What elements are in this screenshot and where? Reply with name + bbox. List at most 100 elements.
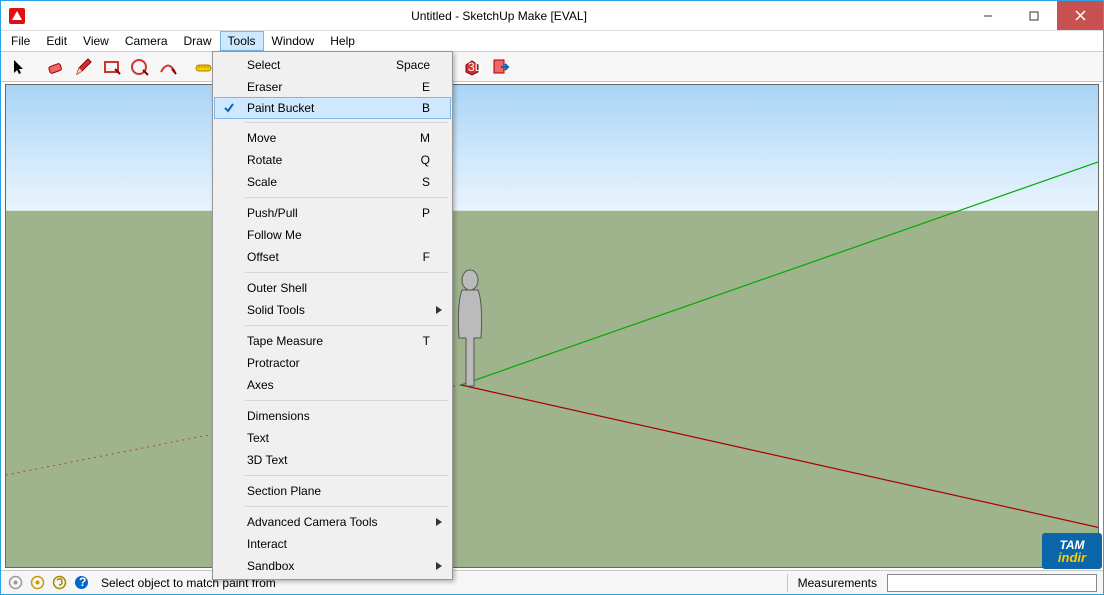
circle-tool-icon[interactable] — [127, 54, 153, 80]
titlebar[interactable]: Untitled - SketchUp Make [EVAL] — [1, 1, 1103, 31]
claim-status-icon[interactable] — [51, 575, 67, 591]
svg-text:?: ? — [79, 575, 86, 589]
menubar-item-camera[interactable]: Camera — [117, 31, 176, 51]
menu-separator — [245, 325, 448, 326]
menu-item-label: Outer Shell — [243, 281, 430, 295]
menu-item-shortcut: S — [422, 175, 430, 189]
select-tool-icon[interactable] — [7, 54, 33, 80]
check-gutter — [215, 299, 243, 321]
watermark: TAM indir — [1042, 533, 1102, 569]
menu-item-interact[interactable]: Interact — [215, 533, 450, 555]
submenu-arrow-icon — [436, 562, 442, 570]
rectangle-tool-icon[interactable] — [99, 54, 125, 80]
check-gutter — [215, 449, 243, 471]
menu-item-label: Protractor — [243, 356, 430, 370]
arc-tool-icon[interactable] — [155, 54, 181, 80]
pencil-tool-icon[interactable] — [71, 54, 97, 80]
menu-item-shortcut: Q — [421, 153, 430, 167]
eraser-tool-icon[interactable] — [43, 54, 69, 80]
menu-item-select[interactable]: SelectSpace — [215, 54, 450, 76]
check-gutter — [215, 98, 243, 118]
minimize-button[interactable] — [965, 1, 1011, 30]
measurements-input[interactable] — [887, 574, 1097, 592]
menu-item-shortcut: B — [422, 101, 430, 115]
menu-item-label: Offset — [243, 250, 423, 264]
credits-status-icon[interactable] — [29, 575, 45, 591]
svg-text:3D: 3D — [468, 60, 482, 74]
menu-item-shortcut: M — [420, 131, 430, 145]
viewport[interactable] — [1, 82, 1103, 570]
menu-separator — [245, 506, 448, 507]
check-gutter — [215, 277, 243, 299]
maximize-button[interactable] — [1011, 1, 1057, 30]
menu-item-protractor[interactable]: Protractor — [215, 352, 450, 374]
menu-separator — [245, 122, 448, 123]
menu-separator — [245, 272, 448, 273]
menu-item-advanced-camera-tools[interactable]: Advanced Camera Tools — [215, 511, 450, 533]
close-button[interactable] — [1057, 1, 1103, 30]
toolbar: A1 3D — [1, 52, 1103, 82]
geolocation-status-icon[interactable] — [7, 575, 23, 591]
submenu-arrow-icon — [436, 306, 442, 314]
window-title: Untitled - SketchUp Make [EVAL] — [33, 9, 965, 23]
menu-item-tape-measure[interactable]: Tape MeasureT — [215, 330, 450, 352]
menu-item-shortcut: F — [423, 250, 430, 264]
check-gutter — [215, 149, 243, 171]
menubar[interactable]: FileEditViewCameraDrawToolsWindowHelp — [1, 31, 1103, 52]
menubar-item-edit[interactable]: Edit — [38, 31, 75, 51]
menu-item-outer-shell[interactable]: Outer Shell — [215, 277, 450, 299]
measurements-label: Measurements — [798, 576, 877, 590]
3d-warehouse-icon[interactable]: 3D — [459, 54, 485, 80]
check-gutter — [215, 171, 243, 193]
default-figure — [454, 268, 486, 388]
menu-item-label: Solid Tools — [243, 303, 430, 317]
menu-separator — [245, 400, 448, 401]
menu-item-scale[interactable]: ScaleS — [215, 171, 450, 193]
menu-item-shortcut: Space — [396, 58, 430, 72]
menubar-item-file[interactable]: File — [3, 31, 38, 51]
menu-item-label: Interact — [243, 537, 430, 551]
menubar-item-tools[interactable]: Tools — [220, 31, 264, 51]
menu-item-label: Rotate — [243, 153, 421, 167]
menubar-item-help[interactable]: Help — [322, 31, 363, 51]
check-gutter — [215, 480, 243, 502]
menu-item-push-pull[interactable]: Push/PullP — [215, 202, 450, 224]
check-gutter — [215, 405, 243, 427]
menu-item-label: 3D Text — [243, 453, 430, 467]
menu-item-paint-bucket[interactable]: Paint BucketB — [214, 97, 451, 119]
menu-item-offset[interactable]: OffsetF — [215, 246, 450, 268]
menu-item-label: Scale — [243, 175, 422, 189]
menu-item-label: Text — [243, 431, 430, 445]
help-status-icon[interactable]: ? — [73, 575, 89, 591]
tools-menu-dropdown[interactable]: SelectSpaceEraserEPaint BucketBMoveMRota… — [212, 51, 453, 580]
menu-item-label: Push/Pull — [243, 206, 422, 220]
menubar-item-view[interactable]: View — [75, 31, 117, 51]
menu-item-move[interactable]: MoveM — [215, 127, 450, 149]
menu-item-text[interactable]: Text — [215, 427, 450, 449]
check-gutter — [215, 511, 243, 533]
menu-item-eraser[interactable]: EraserE — [215, 76, 450, 98]
menu-item-label: Section Plane — [243, 484, 430, 498]
menubar-item-draw[interactable]: Draw — [176, 31, 220, 51]
menu-separator — [245, 475, 448, 476]
export-icon[interactable] — [487, 54, 513, 80]
menu-item-section-plane[interactable]: Section Plane — [215, 480, 450, 502]
menu-item-follow-me[interactable]: Follow Me — [215, 224, 450, 246]
window-buttons — [965, 1, 1103, 30]
menu-item-rotate[interactable]: RotateQ — [215, 149, 450, 171]
menu-item-label: Select — [243, 58, 396, 72]
menu-item-solid-tools[interactable]: Solid Tools — [215, 299, 450, 321]
menu-item-dimensions[interactable]: Dimensions — [215, 405, 450, 427]
menu-item-shortcut: P — [422, 206, 430, 220]
menu-item-3d-text[interactable]: 3D Text — [215, 449, 450, 471]
menu-separator — [245, 197, 448, 198]
scene-axes — [6, 85, 1098, 567]
menu-item-label: Paint Bucket — [243, 101, 422, 115]
menu-item-shortcut: T — [423, 334, 430, 348]
menu-item-label: Move — [243, 131, 420, 145]
menubar-item-window[interactable]: Window — [264, 31, 323, 51]
check-gutter — [215, 427, 243, 449]
menu-item-axes[interactable]: Axes — [215, 374, 450, 396]
menu-item-sandbox[interactable]: Sandbox — [215, 555, 450, 577]
menu-item-label: Sandbox — [243, 559, 430, 573]
